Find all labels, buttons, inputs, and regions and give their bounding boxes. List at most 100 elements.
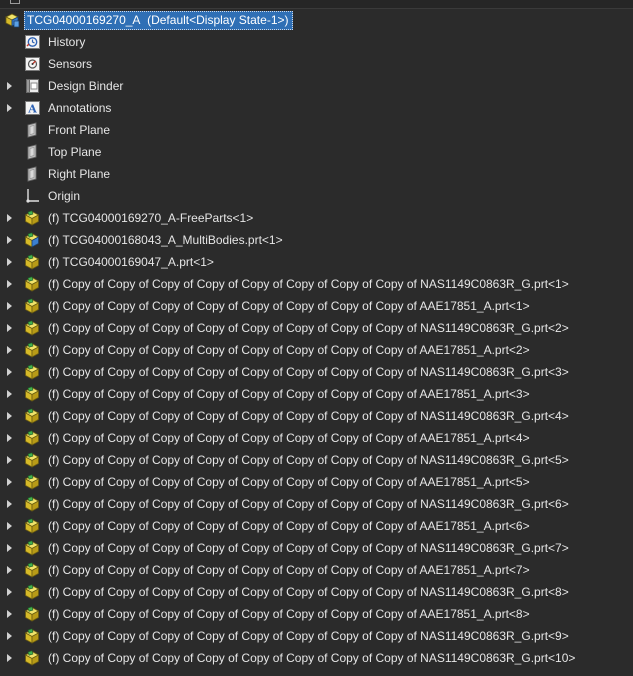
tree-item-component[interactable]: (f) Copy of Copy of Copy of Copy of Copy… — [0, 273, 633, 295]
part-icon — [24, 496, 41, 512]
expand-arrow-icon[interactable] — [7, 566, 12, 574]
tree-item-label: (f) Copy of Copy of Copy of Copy of Copy… — [48, 387, 530, 401]
part-icon — [24, 386, 41, 402]
expand-arrow-icon[interactable] — [7, 654, 12, 662]
tree-item-label: (f) Copy of Copy of Copy of Copy of Copy… — [48, 541, 569, 555]
tree-item-component[interactable]: (f) Copy of Copy of Copy of Copy of Copy… — [0, 625, 633, 647]
expand-arrow-icon[interactable] — [7, 280, 12, 288]
sensor-icon — [24, 56, 41, 72]
part-icon — [24, 430, 41, 446]
part-icon — [24, 408, 41, 424]
part-icon — [24, 474, 41, 490]
tree-item-label: Design Binder — [48, 79, 124, 93]
tree-item-label: (f) Copy of Copy of Copy of Copy of Copy… — [48, 607, 530, 621]
tree-item-component[interactable]: (f) Copy of Copy of Copy of Copy of Copy… — [0, 295, 633, 317]
expand-arrow-icon[interactable] — [7, 412, 12, 420]
tree-item-label: (f) Copy of Copy of Copy of Copy of Copy… — [48, 563, 530, 577]
tree-item-label: (f) Copy of Copy of Copy of Copy of Copy… — [48, 365, 569, 379]
tree-item-label: Sensors — [48, 57, 93, 71]
expand-arrow-icon[interactable] — [7, 258, 12, 266]
part-icon — [24, 650, 41, 666]
tree-item-component[interactable]: (f) TCG04000169270_A-FreeParts<1> — [0, 207, 633, 229]
tree-item-annotations[interactable]: A Annotations — [0, 97, 633, 119]
plane-icon — [24, 122, 41, 138]
part-icon — [24, 320, 41, 336]
tree-item-history[interactable]: History — [0, 31, 633, 53]
tree-item-label: Annotations — [48, 101, 112, 115]
expand-arrow-icon[interactable] — [7, 610, 12, 618]
expand-arrow-icon[interactable] — [7, 456, 12, 464]
tree-root-label[interactable]: TCG04000169270_A (Default<Display State-… — [24, 11, 293, 30]
tree-item-component[interactable]: (f) Copy of Copy of Copy of Copy of Copy… — [0, 427, 633, 449]
tree-item-label: (f) Copy of Copy of Copy of Copy of Copy… — [48, 651, 576, 665]
expand-arrow-icon[interactable] — [7, 390, 12, 398]
tree-item-component[interactable]: (f) Copy of Copy of Copy of Copy of Copy… — [0, 339, 633, 361]
expand-arrow-icon[interactable] — [7, 346, 12, 354]
tree-item-component[interactable]: (f) Copy of Copy of Copy of Copy of Copy… — [0, 493, 633, 515]
tree-item-label: Top Plane — [48, 145, 102, 159]
tree-item-component[interactable]: (f) Copy of Copy of Copy of Copy of Copy… — [0, 515, 633, 537]
tree-item-component[interactable]: (f) Copy of Copy of Copy of Copy of Copy… — [0, 405, 633, 427]
tree-item-label: (f) Copy of Copy of Copy of Copy of Copy… — [48, 409, 569, 423]
tree-item-component[interactable]: (f) Copy of Copy of Copy of Copy of Copy… — [0, 603, 633, 625]
expand-arrow-icon[interactable] — [7, 500, 12, 508]
expand-arrow-icon[interactable] — [7, 236, 12, 244]
tree-item-component[interactable]: (f) Copy of Copy of Copy of Copy of Copy… — [0, 581, 633, 603]
expand-arrow-icon[interactable] — [7, 478, 12, 486]
expand-arrow-icon[interactable] — [7, 434, 12, 442]
expand-arrow-icon[interactable] — [7, 302, 12, 310]
tree-item-design-binder[interactable]: Design Binder — [0, 75, 633, 97]
feature-manager-tree[interactable]: TCG04000169270_A (Default<Display State-… — [0, 9, 633, 669]
tree-item-component[interactable]: (f) Copy of Copy of Copy of Copy of Copy… — [0, 559, 633, 581]
tree-item-label: (f) TCG04000169047_A.prt<1> — [48, 255, 214, 269]
part-icon — [24, 584, 41, 600]
expand-arrow-icon[interactable] — [7, 368, 12, 376]
tree-item-component[interactable]: (f) Copy of Copy of Copy of Copy of Copy… — [0, 449, 633, 471]
part-icon — [24, 562, 41, 578]
expand-arrow-icon[interactable] — [7, 632, 12, 640]
expand-arrow-icon[interactable] — [7, 324, 12, 332]
feature-list: History Sensors Design Binder A Annotations F… — [0, 31, 633, 207]
tree-item-origin[interactable]: Origin — [0, 185, 633, 207]
part-icon — [24, 254, 41, 270]
tree-item-component[interactable]: (f) Copy of Copy of Copy of Copy of Copy… — [0, 537, 633, 559]
root-display-state: (Default<Display State-1>) — [147, 13, 289, 27]
part-icon — [24, 276, 41, 292]
top-strip — [0, 0, 633, 9]
expand-arrow-icon[interactable] — [7, 82, 12, 90]
part-icon — [24, 606, 41, 622]
tree-item-component[interactable]: (f) Copy of Copy of Copy of Copy of Copy… — [0, 383, 633, 405]
part-icon — [24, 210, 41, 226]
tree-item-sensors[interactable]: Sensors — [0, 53, 633, 75]
part-icon — [24, 452, 41, 468]
expand-arrow-icon[interactable] — [7, 544, 12, 552]
tree-item-right-plane[interactable]: Right Plane — [0, 163, 633, 185]
expand-arrow-icon[interactable] — [7, 522, 12, 530]
tree-item-component[interactable]: (f) TCG04000169047_A.prt<1> — [0, 251, 633, 273]
tree-item-component[interactable]: (f) Copy of Copy of Copy of Copy of Copy… — [0, 647, 633, 669]
expand-arrow-icon[interactable] — [7, 104, 12, 112]
tree-item-component[interactable]: (f) Copy of Copy of Copy of Copy of Copy… — [0, 361, 633, 383]
tree-root-assembly[interactable]: TCG04000169270_A (Default<Display State-… — [0, 9, 633, 31]
tree-item-label: (f) Copy of Copy of Copy of Copy of Copy… — [48, 629, 569, 643]
origin-icon — [24, 188, 41, 204]
multibody-part-icon — [24, 232, 41, 248]
tree-item-component[interactable]: (f) TCG04000168043_A_MultiBodies.prt<1> — [0, 229, 633, 251]
tree-item-top-plane[interactable]: Top Plane — [0, 141, 633, 163]
part-icon — [24, 342, 41, 358]
part-icon — [24, 518, 41, 534]
tree-item-component[interactable]: (f) Copy of Copy of Copy of Copy of Copy… — [0, 471, 633, 493]
design-binder-icon — [24, 78, 41, 94]
tree-item-label: Right Plane — [48, 167, 111, 181]
part-icon — [24, 364, 41, 380]
tree-item-label: (f) Copy of Copy of Copy of Copy of Copy… — [48, 585, 569, 599]
tree-item-component[interactable]: (f) Copy of Copy of Copy of Copy of Copy… — [0, 317, 633, 339]
expand-arrow-icon[interactable] — [7, 214, 12, 222]
annotations-icon: A — [24, 100, 41, 116]
tree-item-label: (f) Copy of Copy of Copy of Copy of Copy… — [48, 497, 569, 511]
expand-arrow-icon[interactable] — [7, 588, 12, 596]
tree-item-label: (f) Copy of Copy of Copy of Copy of Copy… — [48, 453, 569, 467]
tree-item-front-plane[interactable]: Front Plane — [0, 119, 633, 141]
root-name: TCG04000169270_A — [27, 13, 141, 27]
tree-item-label: History — [48, 35, 86, 49]
